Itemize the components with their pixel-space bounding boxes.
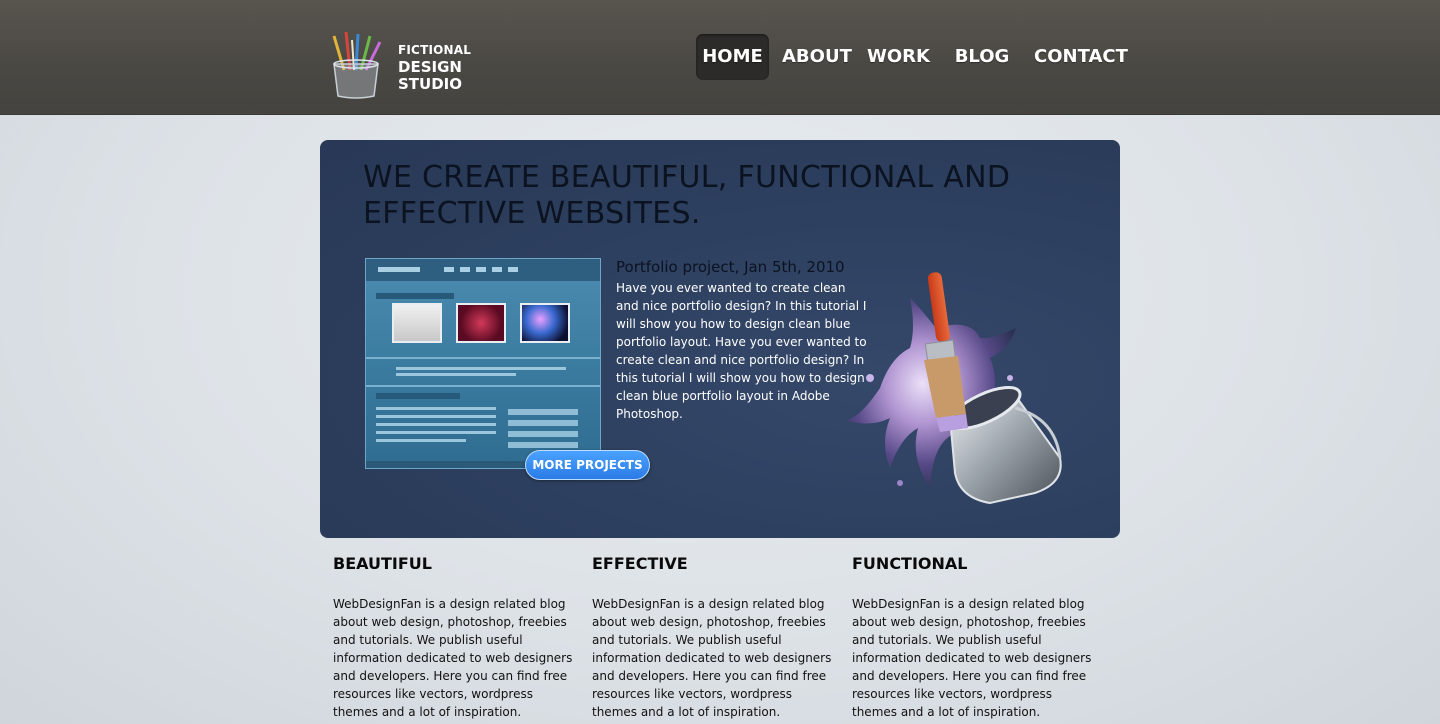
feature-title: EFFECTIVE [592, 554, 688, 573]
nav-contact[interactable]: CONTACT [1034, 34, 1128, 80]
more-projects-button[interactable]: MORE PROJECTS [525, 450, 650, 480]
nav-about[interactable]: ABOUT [782, 34, 852, 80]
project-title: Portfolio project, Jan 5th, 2010 [616, 258, 845, 276]
feature-effective: EFFECTIVE WebDesignFan is a design relat… [592, 555, 837, 721]
pencil-cup-icon [332, 31, 382, 99]
screenshot-thumb [520, 303, 570, 343]
screenshot-thumb [392, 303, 442, 343]
feature-beautiful: BEAUTIFUL WebDesignFan is a design relat… [333, 555, 578, 721]
paintbrush-bucket-icon [846, 272, 1062, 505]
feature-text: WebDesignFan is a design related blog ab… [333, 597, 573, 719]
screenshot-thumb [456, 303, 506, 343]
screenshot-section-bar [376, 293, 454, 299]
hero-panel: WE CREATE BEAUTIFUL, FUNCTIONAL AND EFFE… [320, 140, 1120, 538]
site-header: FICTIONAL DESIGN STUDIO HOME ABOUT WORK … [0, 0, 1440, 115]
screenshot-divider [366, 357, 600, 359]
portfolio-screenshot[interactable] [365, 258, 601, 469]
nav-home[interactable]: HOME [696, 34, 769, 80]
feature-title: FUNCTIONAL [852, 554, 968, 573]
nav-work[interactable]: WORK [867, 34, 930, 80]
nav-blog[interactable]: BLOG [954, 34, 1010, 80]
logo-line-2: DESIGN [398, 58, 462, 76]
feature-text: WebDesignFan is a design related blog ab… [852, 597, 1092, 719]
feature-functional: FUNCTIONAL WebDesignFan is a design rela… [852, 555, 1097, 721]
logo-text: FICTIONAL DESIGN STUDIO [398, 42, 471, 93]
project-description: Have you ever wanted to create clean and… [616, 281, 867, 421]
logo-line-3: STUDIO [398, 75, 462, 93]
screenshot-divider [366, 385, 600, 387]
feature-title: BEAUTIFUL [333, 554, 432, 573]
screenshot-topbar [366, 259, 600, 281]
site-logo[interactable]: FICTIONAL DESIGN STUDIO [326, 30, 486, 100]
hero-title: WE CREATE BEAUTIFUL, FUNCTIONAL AND EFFE… [363, 160, 1011, 231]
logo-line-1: FICTIONAL [398, 43, 472, 57]
feature-text: WebDesignFan is a design related blog ab… [592, 597, 832, 719]
